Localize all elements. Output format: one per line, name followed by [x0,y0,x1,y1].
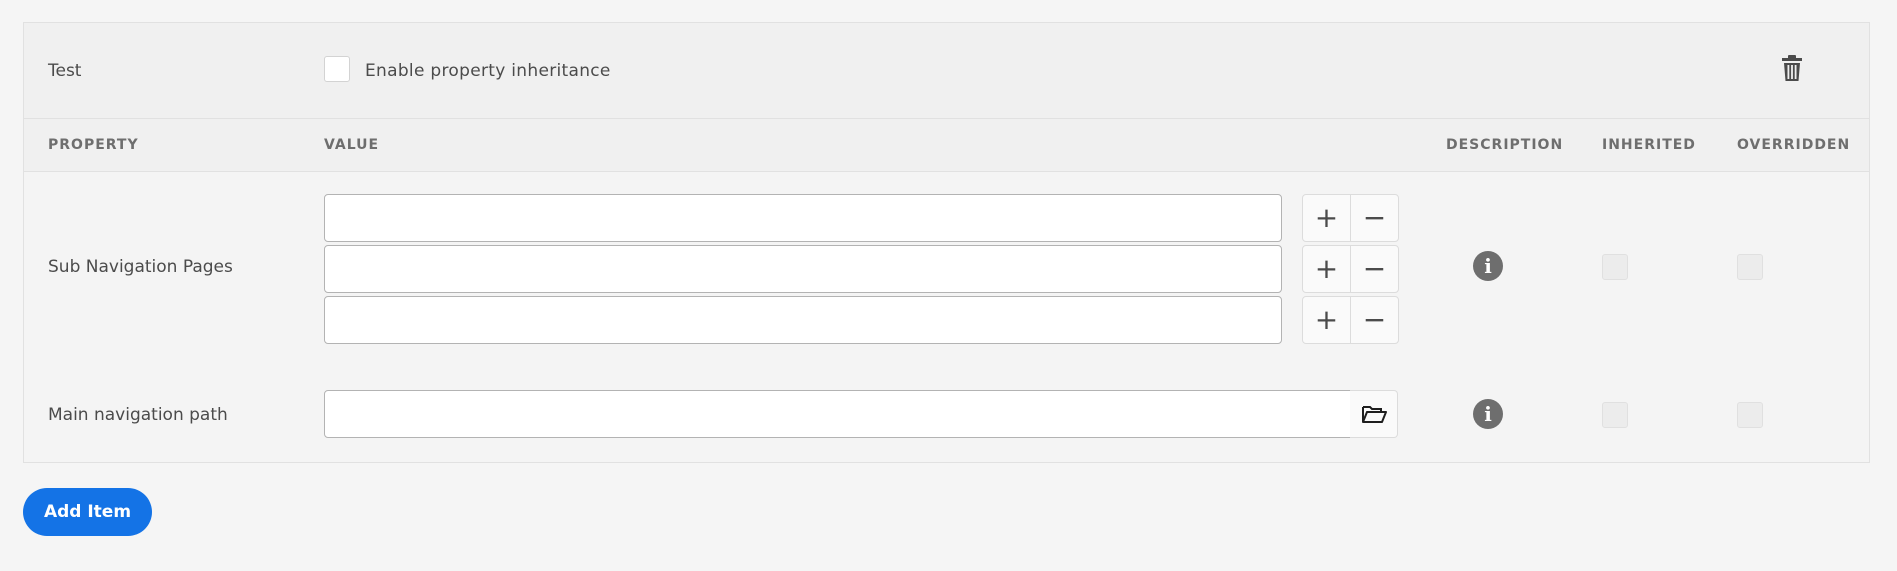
column-header-overridden: OVERRIDDEN [1737,137,1851,153]
column-header-property: PROPERTY [48,137,139,153]
property-label-main-navigation-path: Main navigation path [48,405,228,425]
sub-navigation-page-input[interactable] [324,296,1282,344]
inherited-checkbox [1602,254,1628,280]
column-header-description: DESCRIPTION [1446,137,1564,153]
main-navigation-path-input[interactable] [324,390,1351,438]
add-item-button[interactable]: Add Item [23,488,152,536]
browse-path-button[interactable] [1350,390,1398,438]
add-entry-button[interactable]: + [1303,297,1350,343]
info-icon[interactable]: i [1473,251,1503,281]
sub-navigation-stepper: + − [1302,194,1399,242]
overridden-checkbox [1737,402,1763,428]
remove-entry-button[interactable]: − [1350,246,1398,292]
sub-navigation-page-input[interactable] [324,245,1282,293]
column-header-inherited: INHERITED [1602,137,1696,153]
add-entry-button[interactable]: + [1303,195,1350,241]
enable-inheritance-label[interactable]: Enable property inheritance [365,61,611,81]
item-name: Test [48,61,82,81]
property-table-header: PROPERTY VALUE DESCRIPTION INHERITED OVE… [24,119,1869,172]
sub-navigation-stepper: + − [1302,245,1399,293]
info-icon[interactable]: i [1473,399,1503,429]
item-header: Test Enable property inheritance [24,23,1869,119]
trash-icon [1782,55,1802,81]
delete-item-button[interactable] [1777,53,1807,83]
sub-navigation-stepper: + − [1302,296,1399,344]
add-entry-button[interactable]: + [1303,246,1350,292]
overridden-checkbox [1737,254,1763,280]
column-header-value: VALUE [324,137,380,153]
sub-navigation-page-input[interactable] [324,194,1282,242]
property-label-sub-navigation-pages: Sub Navigation Pages [48,257,233,277]
enable-inheritance-checkbox[interactable] [324,56,350,82]
inherited-checkbox [1602,402,1628,428]
remove-entry-button[interactable]: − [1350,195,1398,241]
remove-entry-button[interactable]: − [1350,297,1398,343]
folder-open-icon [1361,406,1387,423]
